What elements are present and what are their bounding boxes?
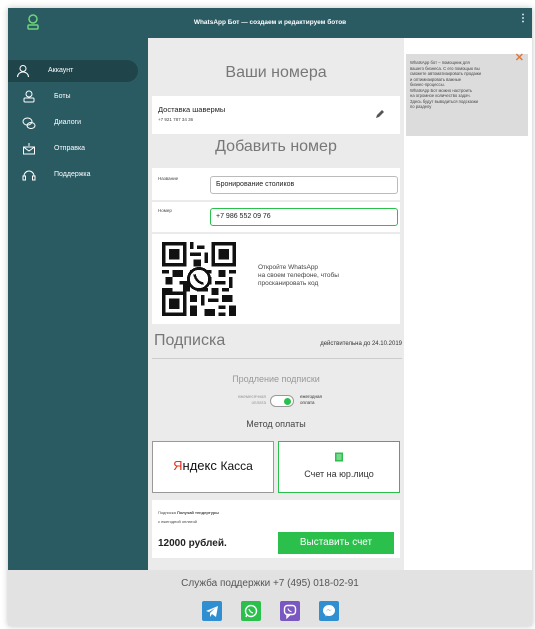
yandex-kassa-option[interactable]: Яндекс Касса [152,441,274,493]
close-icon[interactable]: ✕ [515,53,524,63]
app-window: WhatsApp Бот — создаем и редактируем бот… [8,8,532,626]
whatsapp-glyph [244,604,258,618]
issue-invoice-button[interactable]: Выставить счет [278,532,394,554]
yandex-first-letter: Я [173,458,183,473]
subscription-valid-until: действительна до 24.10.2019 [320,341,402,347]
support-icon [22,170,36,181]
edit-icon[interactable] [374,108,386,120]
invoice-label: Счет на юр.лицо [304,469,374,479]
summary-plan-name: Получай тендертуры [176,510,219,515]
chat-icon [22,117,36,129]
qr-text-line: Откройте WhatsApp [258,264,319,271]
telegram-glyph [206,606,218,617]
number-phone: +7 921 787 34 36 [158,117,194,122]
viber-glyph [283,604,297,620]
monthly-label[interactable]: ежемесячная оплата [210,394,266,405]
qr-text-line: просканировать код [258,280,319,287]
yearly-label-line: ежегодная [300,394,322,399]
whatsapp-icon[interactable] [241,601,261,621]
number-name: Доставка шавермы [158,105,226,114]
summary-prefix: Подписка [158,510,176,515]
invoice-option[interactable]: Счет на юр.лицо [278,441,400,493]
yandex-kassa-logo: Яндекс Касса [153,458,273,473]
sidebar-item-send[interactable]: Отправка [14,138,140,160]
toggle-knob [284,398,291,405]
user-icon [17,65,29,78]
qr-card: Откройте WhatsApp на своем телефоне, что… [152,234,400,324]
divider [152,358,402,359]
number-card[interactable]: Доставка шавермы +7 921 787 34 36 [152,96,400,134]
numbers-title: Ваши номера [225,64,327,81]
sidebar-item-label: Аккаунт [48,67,74,74]
qr-text-line: на своем телефоне, чтобы [258,272,339,279]
app-logo [27,14,39,30]
number-input[interactable]: +7 986 552 09 76 [210,208,398,226]
hint-box: ✕ WhatsApp бот – помощник для вашего биз… [406,53,528,136]
sidebar-item-label: Диалоги [54,119,82,126]
sidebar-item-support[interactable]: Поддержка [14,164,140,186]
viber-icon[interactable] [280,601,300,621]
messenger-icon[interactable] [319,601,339,621]
sidebar: Аккаунт Боты Диалоги Отправка Поддержка [8,38,148,570]
sidebar-item-account[interactable]: Аккаунт [8,60,138,82]
billing-period-toggle[interactable] [270,395,294,407]
sidebar-item-label: Поддержка [54,171,91,178]
send-icon [23,143,35,155]
renewal-title: Продление подписки [232,374,320,384]
header-title: WhatsApp Бот — создаем и редактируем бот… [193,19,347,26]
add-number-title: Добавить номер [215,138,337,155]
yearly-label-line: оплата [300,399,315,405]
more-menu-icon[interactable]: ⋮ [518,14,528,24]
sidebar-item-label: Отправка [54,145,86,152]
yandex-word-rest: ндекс [182,458,217,473]
sidebar-item-bots[interactable]: Боты [14,86,140,108]
order-summary: Подписка Получай тендертуры с ежегодной … [152,500,400,558]
summary-period: с ежегодной оплатой [158,519,197,524]
name-row: Название Бронирование столиков [152,168,400,200]
sidebar-item-dialogs[interactable]: Диалоги [14,112,140,134]
name-label: Название [158,176,179,181]
messenger-glyph [323,605,335,617]
name-input[interactable]: Бронирование столиков [210,176,398,194]
price: 12000 рублей. [158,538,227,549]
hint-line: по разделу [410,104,432,109]
footer: Служба поддержки +7 (495) 018-02-91 [8,570,532,626]
subscription-title: Подписка [154,332,226,349]
header-bar: WhatsApp Бот — создаем и редактируем бот… [8,8,532,38]
yearly-label[interactable]: ежегодная оплата [300,394,322,405]
hint-panel: ✕ WhatsApp бот – помощник для вашего биз… [404,38,532,570]
qr-instructions: Откройте WhatsApp на своем телефоне, что… [258,264,339,288]
main-content: Ваши номера Доставка шавермы +7 921 787 … [148,38,404,570]
kassa-word: Касса [220,459,253,473]
number-label: Номер [158,208,172,213]
document-icon [335,452,343,462]
bot-icon [23,90,35,103]
qr-code [162,242,236,316]
payment-method-title: Метод оплаты [246,419,306,429]
sidebar-item-label: Боты [54,93,71,100]
number-row: Номер +7 986 552 09 76 [152,202,400,232]
summary-plan: Подписка Получай тендертуры [158,510,219,515]
telegram-icon[interactable] [202,601,222,621]
support-phone: Служба поддержки +7 (495) 018-02-91 [181,578,359,589]
monthly-label-line: оплата [251,399,266,405]
